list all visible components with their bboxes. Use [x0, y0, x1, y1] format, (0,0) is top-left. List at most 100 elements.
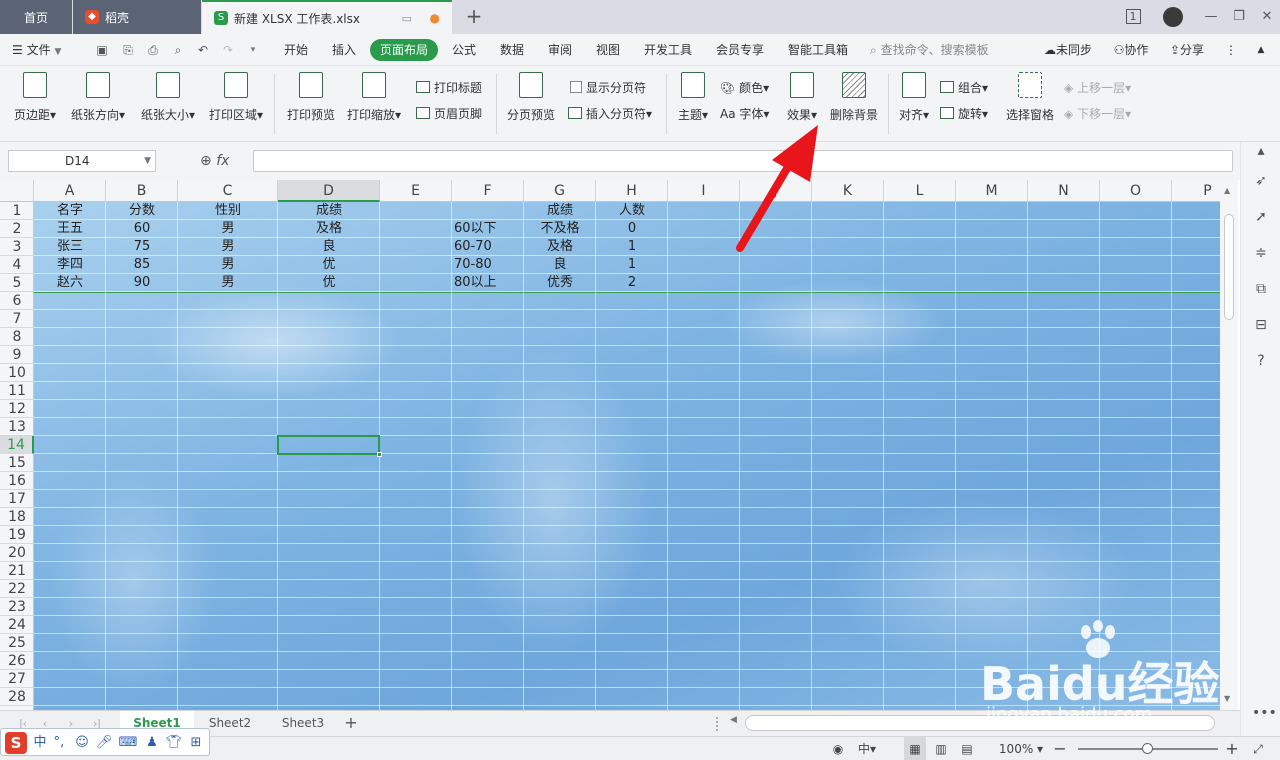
keyboard-icon[interactable]: ⌨: [117, 733, 139, 753]
menu-developer[interactable]: 开发工具: [636, 34, 700, 66]
horizontal-scrollbar[interactable]: [745, 715, 1215, 731]
eye-protection-icon[interactable]: ◉: [828, 737, 848, 760]
tab-home[interactable]: 首页: [0, 0, 72, 34]
cell-H3[interactable]: 1: [596, 238, 668, 256]
window-count-badge[interactable]: 1: [1118, 0, 1148, 34]
fonts-button[interactable]: Aa 字体▾: [720, 104, 769, 124]
name-box[interactable]: D14 ▼: [8, 150, 156, 172]
delete-background-button[interactable]: 删除背景: [828, 72, 880, 123]
cell-A2[interactable]: 王五: [34, 220, 106, 238]
zoom-level-dropdown[interactable]: 100% ▾: [996, 737, 1046, 760]
column-header-C[interactable]: C: [178, 180, 278, 202]
active-cell-D14[interactable]: [277, 435, 382, 457]
monitor-icon[interactable]: ▭: [402, 12, 412, 25]
more-icon[interactable]: •••: [1252, 704, 1277, 722]
menu-data[interactable]: 数据: [492, 34, 532, 66]
colors-button[interactable]: 🎨︎ 颜色▾: [720, 78, 769, 98]
row-header-7[interactable]: 7: [0, 310, 34, 328]
fill-handle[interactable]: [377, 452, 382, 457]
cell-H1[interactable]: 人数: [596, 202, 668, 220]
menu-view[interactable]: 视图: [588, 34, 628, 66]
column-header-A[interactable]: A: [34, 180, 106, 202]
cell-C3[interactable]: 男: [178, 238, 278, 256]
align-button[interactable]: 对齐▾: [896, 72, 932, 123]
cell-H2[interactable]: 0: [596, 220, 668, 238]
zoom-out-button[interactable]: −: [1050, 737, 1070, 760]
cell-D4[interactable]: 优: [278, 256, 380, 274]
row-header-1[interactable]: 1: [0, 202, 34, 220]
cell-F5[interactable]: 80以上: [452, 274, 524, 292]
fullscreen-icon[interactable]: ⤢: [1248, 737, 1268, 760]
row-header-9[interactable]: 9: [0, 346, 34, 364]
column-header-J[interactable]: J: [740, 180, 812, 202]
save-icon[interactable]: ▣: [94, 34, 110, 66]
row-header-6[interactable]: 6: [0, 292, 34, 310]
menu-insert[interactable]: 插入: [324, 34, 364, 66]
bring-forward-button[interactable]: ◈ 上移一层▾: [1064, 78, 1131, 98]
preview-icon[interactable]: ⌕: [170, 34, 186, 66]
row-header-12[interactable]: 12: [0, 400, 34, 418]
row-header-26[interactable]: 26: [0, 652, 34, 670]
restore-button[interactable]: ❐: [1224, 0, 1254, 34]
menu-member[interactable]: 会员专享: [708, 34, 772, 66]
column-header-H[interactable]: H: [596, 180, 668, 202]
share-button[interactable]: ⇪分享: [1164, 34, 1210, 66]
zoom-in-button[interactable]: +: [1222, 737, 1242, 760]
skin-icon[interactable]: 👕︎: [165, 733, 183, 753]
cell-G2[interactable]: 不及格: [524, 220, 596, 238]
margins-button[interactable]: 页边距▾: [10, 72, 60, 123]
menu-file[interactable]: ☰ 文件 ▼: [12, 34, 78, 66]
print-icon[interactable]: ⎙: [145, 34, 161, 66]
close-button[interactable]: ✕: [1252, 0, 1280, 34]
microphone-icon[interactable]: 🎤︎: [95, 733, 113, 753]
row-header-28[interactable]: 28: [0, 688, 34, 706]
rocket-icon[interactable]: ➶: [1252, 172, 1270, 190]
redo-icon[interactable]: ↷: [220, 34, 236, 66]
row-header-20[interactable]: 20: [0, 544, 34, 562]
row-header-18[interactable]: 18: [0, 508, 34, 526]
cell-F3[interactable]: 60-70: [452, 238, 524, 256]
row-header-11[interactable]: 11: [0, 382, 34, 400]
help-icon[interactable]: ?: [1252, 352, 1270, 370]
column-header-I[interactable]: I: [668, 180, 740, 202]
vertical-scrollbar[interactable]: ▲ ▼: [1220, 180, 1238, 710]
cell-C1[interactable]: 性别: [178, 202, 278, 220]
row-header-23[interactable]: 23: [0, 598, 34, 616]
inbox-icon[interactable]: ⊟: [1252, 316, 1270, 334]
row-header-4[interactable]: 4: [0, 256, 34, 274]
cell-G5[interactable]: 优秀: [524, 274, 596, 292]
print-scale-button[interactable]: 打印缩放▾: [344, 72, 404, 123]
row-header-21[interactable]: 21: [0, 562, 34, 580]
cell-G4[interactable]: 良: [524, 256, 596, 274]
copy-format-icon[interactable]: ⧉: [1252, 280, 1270, 298]
cell-B5[interactable]: 90: [106, 274, 178, 292]
split-handle[interactable]: [716, 717, 720, 731]
scroll-up-icon[interactable]: ▲: [1224, 186, 1230, 195]
new-tab-button[interactable]: +: [462, 4, 486, 28]
row-header-14[interactable]: 14: [0, 436, 34, 454]
column-header-F[interactable]: F: [452, 180, 524, 202]
row-header-2[interactable]: 2: [0, 220, 34, 238]
collab-button[interactable]: ⚇协作: [1106, 34, 1156, 66]
column-header-B[interactable]: B: [106, 180, 178, 202]
zoom-slider[interactable]: [1078, 743, 1218, 754]
avatar[interactable]: [1158, 0, 1188, 34]
menu-smart-toolbox[interactable]: 智能工具箱: [780, 34, 856, 66]
cell-G1[interactable]: 成绩: [524, 202, 596, 220]
cell-D1[interactable]: 成绩: [278, 202, 380, 220]
effects-button[interactable]: 效果▾: [782, 72, 822, 123]
menu-home[interactable]: 开始: [276, 34, 316, 66]
cell-B3[interactable]: 75: [106, 238, 178, 256]
header-footer-button[interactable]: 页眉页脚: [416, 104, 482, 124]
sync-button[interactable]: ☁未同步: [1038, 34, 1098, 66]
show-page-breaks-checkbox[interactable]: 显示分页符: [570, 78, 646, 98]
send-backward-button[interactable]: ◈ 下移一层▾: [1064, 104, 1131, 124]
vertical-scroll-thumb[interactable]: [1224, 214, 1234, 320]
row-header-22[interactable]: 22: [0, 580, 34, 598]
collapse-panel-icon[interactable]: ▴: [1252, 142, 1270, 160]
cell-F4[interactable]: 70-80: [452, 256, 524, 274]
column-header-E[interactable]: E: [380, 180, 452, 202]
row-header-24[interactable]: 24: [0, 616, 34, 634]
cell-D5[interactable]: 优: [278, 274, 380, 292]
cell-G3[interactable]: 及格: [524, 238, 596, 256]
